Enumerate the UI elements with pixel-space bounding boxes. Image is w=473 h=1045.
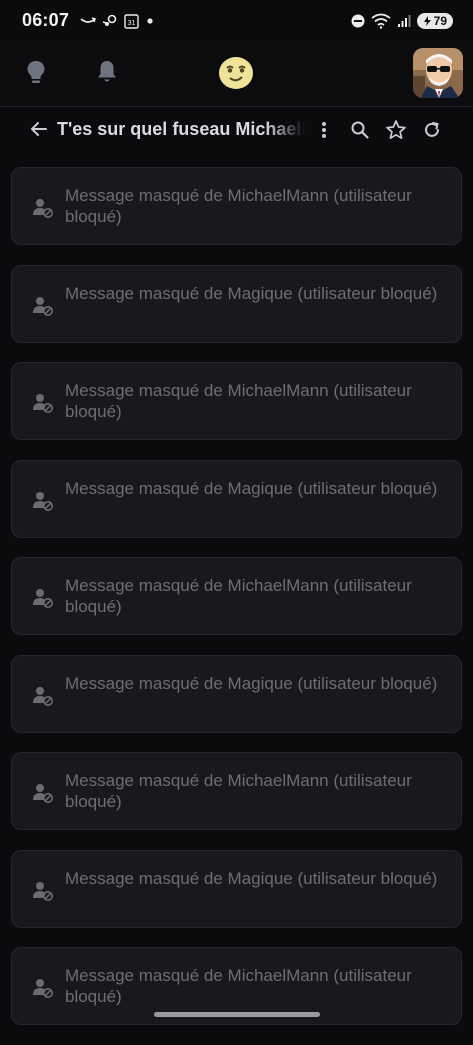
- thread-header: T'es sur quel fuseau MichaelMann: [0, 108, 473, 154]
- blocked-user-icon: [33, 394, 53, 413]
- blocked-user-icon: [33, 491, 53, 511]
- list-item[interactable]: Message masqué de Magique (utilisateur b…: [11, 459, 462, 538]
- list-item[interactable]: Message masqué de MichaelMann (utilisate…: [11, 362, 462, 440]
- refresh-icon[interactable]: [420, 118, 444, 142]
- top-app-bar: [0, 44, 473, 107]
- status-left-icons: 31: [80, 10, 155, 32]
- back-arrow-icon[interactable]: [28, 118, 52, 142]
- smiley-logo-icon[interactable]: [218, 56, 254, 90]
- amazon-icon: [80, 17, 96, 23]
- message-text: Message masqué de MichaelMann (utilisate…: [65, 966, 412, 1006]
- battery-icon: 79: [416, 13, 453, 29]
- wifi-icon: [371, 13, 391, 29]
- list-item[interactable]: Message masqué de MichaelMann (utilisate…: [11, 167, 462, 245]
- status-bar: 06:07 31 79: [0, 0, 473, 44]
- avatar[interactable]: [413, 48, 463, 98]
- blocked-user-icon: [33, 296, 53, 316]
- message-text: Message masqué de Magique (utilisateur b…: [65, 283, 438, 303]
- blocked-user-icon: [33, 589, 53, 608]
- steam-icon: [102, 14, 117, 26]
- svg-text:31: 31: [128, 20, 136, 27]
- calendar-icon: 31: [124, 14, 139, 29]
- message-text: Message masqué de MichaelMann (utilisate…: [65, 381, 412, 421]
- blocked-user-icon: [33, 199, 53, 218]
- star-icon[interactable]: [384, 118, 408, 142]
- thread-title: T'es sur quel fuseau MichaelMann: [57, 119, 305, 140]
- message-list: Message masqué de MichaelMann (utilisate…: [11, 167, 462, 1045]
- list-item[interactable]: Message masqué de Magique (utilisateur b…: [11, 654, 462, 733]
- message-text: Message masqué de Magique (utilisateur b…: [65, 673, 438, 693]
- blocked-user-icon: [33, 979, 53, 998]
- more-icon[interactable]: [312, 118, 336, 142]
- dot-icon: [147, 18, 153, 24]
- message-text: Message masqué de Magique (utilisateur b…: [65, 868, 438, 888]
- lightbulb-icon[interactable]: [22, 58, 50, 86]
- bell-icon[interactable]: [93, 58, 121, 86]
- signal-icon: [397, 15, 411, 27]
- search-icon[interactable]: [348, 118, 372, 142]
- list-item[interactable]: Message masqué de Magique (utilisateur b…: [11, 849, 462, 928]
- home-indicator[interactable]: [154, 1012, 320, 1017]
- battery-level: 79: [433, 14, 447, 28]
- list-item[interactable]: Message masqué de Magique (utilisateur b…: [11, 264, 462, 343]
- status-time: 06:07: [22, 10, 70, 30]
- blocked-user-icon: [33, 881, 53, 901]
- dnd-icon: [351, 14, 365, 28]
- message-text: Message masqué de MichaelMann (utilisate…: [65, 186, 412, 226]
- list-item[interactable]: Message masqué de MichaelMann (utilisate…: [11, 752, 462, 830]
- message-text: Message masqué de MichaelMann (utilisate…: [65, 771, 412, 811]
- message-text: Message masqué de MichaelMann (utilisate…: [65, 576, 412, 616]
- message-text: Message masqué de Magique (utilisateur b…: [65, 478, 438, 498]
- blocked-user-icon: [33, 686, 53, 706]
- status-right-icons: 79: [351, 10, 453, 32]
- blocked-user-icon: [33, 784, 53, 803]
- list-item[interactable]: Message masqué de MichaelMann (utilisate…: [11, 557, 462, 635]
